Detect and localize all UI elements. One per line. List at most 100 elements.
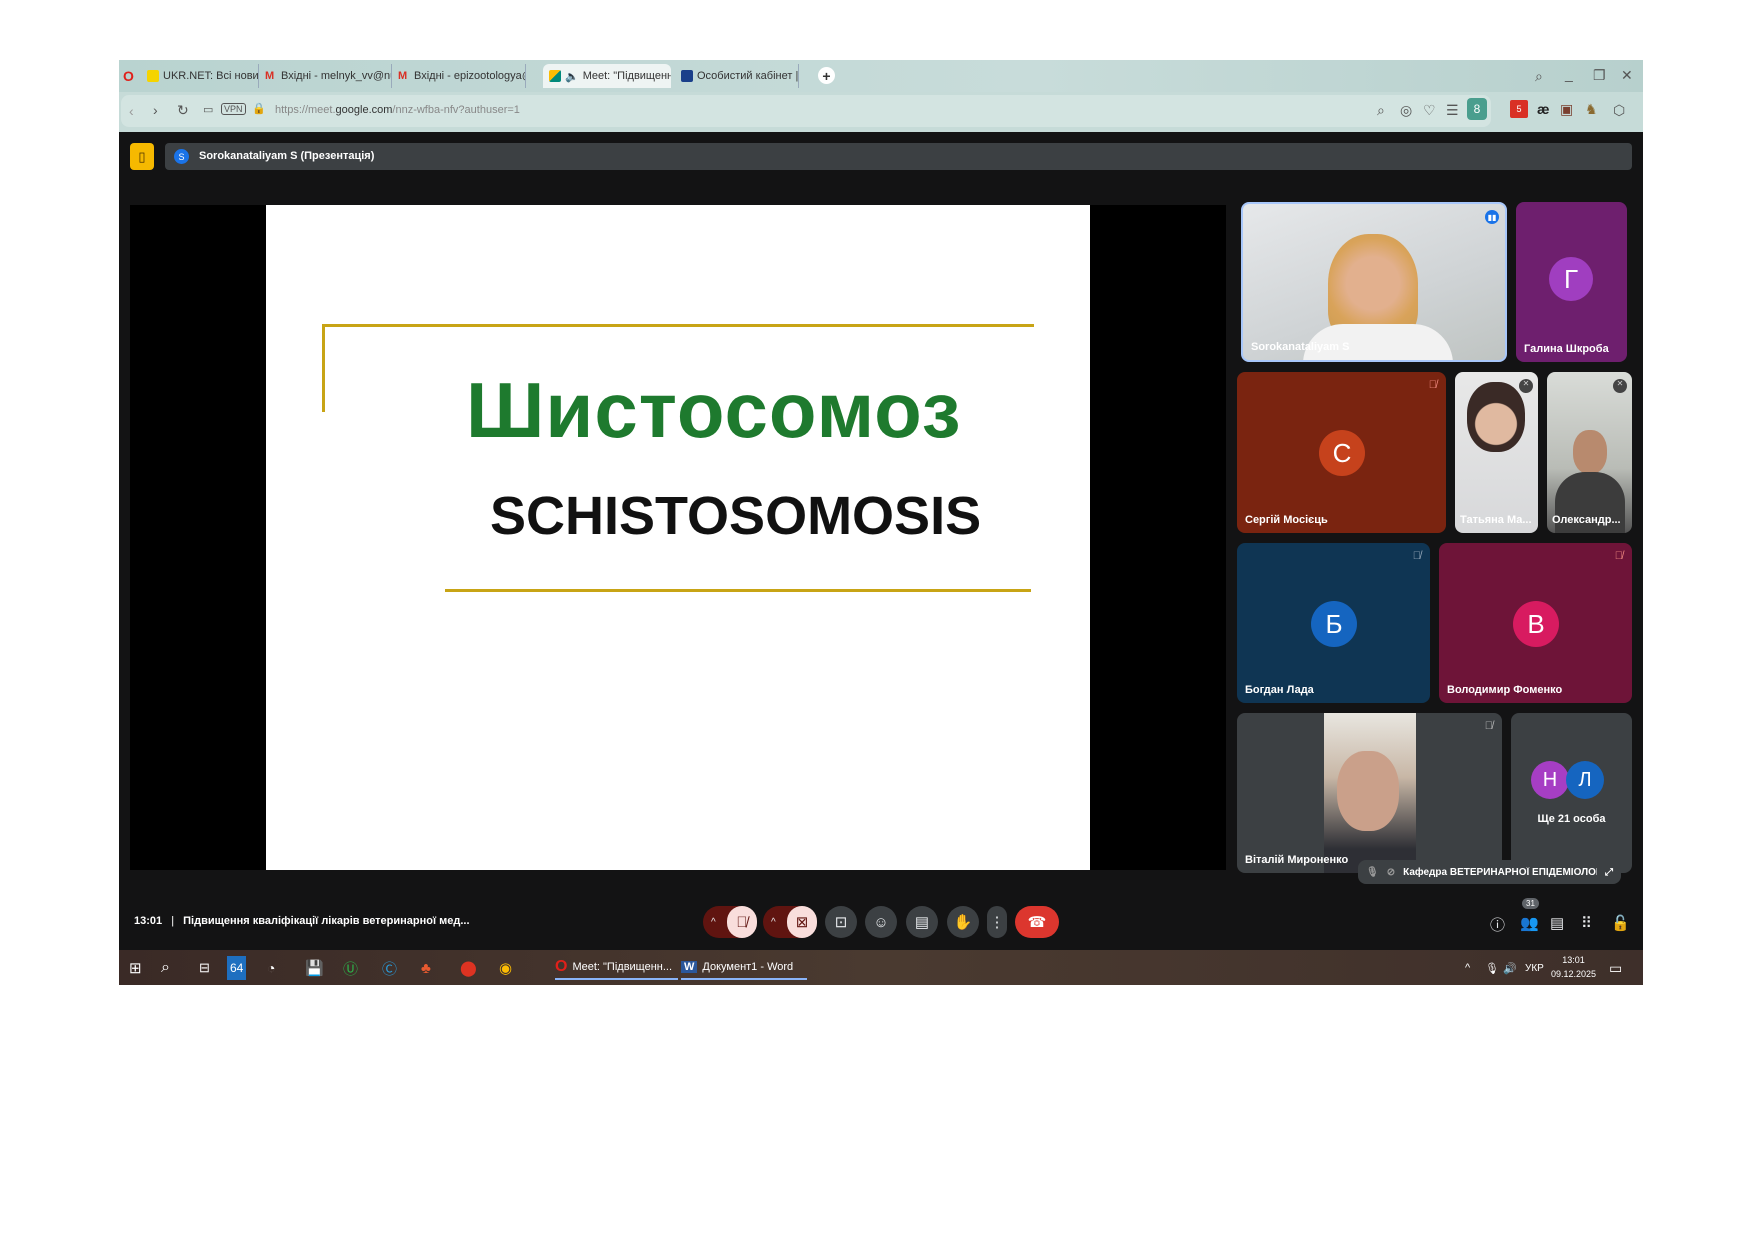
vpn-badge[interactable]: VPN	[221, 103, 246, 115]
meeting-title: Підвищення кваліфікації лікарів ветерина…	[183, 915, 470, 927]
activities-button[interactable]: ⠿	[1581, 914, 1592, 932]
participant-video	[1467, 382, 1525, 452]
hand-icon: ✋	[953, 914, 973, 931]
slide-title: Шистосомоз	[466, 366, 962, 454]
ccleaner-icon[interactable]: ♣	[421, 956, 431, 980]
app-save-icon[interactable]: 💾	[305, 956, 324, 980]
camera-icon[interactable]: ▭	[203, 103, 213, 116]
taskbar-app-opera[interactable]: O Meet: "Підвищенн...	[555, 956, 679, 980]
extension-ae-icon[interactable]: æ	[1537, 101, 1549, 117]
participant-avatar: Н	[1531, 761, 1569, 799]
participant-tile-bohdan[interactable]: 🎙̸ Б Богдан Лада	[1237, 543, 1430, 703]
url-input[interactable]: https://meet.google.com/nnz-wfba-nfv?aut…	[275, 104, 520, 116]
app-64-icon[interactable]: 64	[227, 956, 247, 980]
presentation-stage[interactable]: Шистосомоз SCHISTOSOMOSIS	[130, 205, 1226, 870]
mic-off-icon: ✕	[1519, 379, 1533, 393]
language-indicator[interactable]: УКР	[1525, 956, 1544, 980]
minimize-button[interactable]: _	[1565, 66, 1573, 82]
participant-tile-volodymyr[interactable]: 🎙̸ В Володимир Фоменко	[1439, 543, 1632, 703]
leave-call-button[interactable]: ☎	[1015, 906, 1059, 938]
participant-tile-vitalii[interactable]: 🎙̸ Віталій Мироненко	[1237, 713, 1502, 873]
chat-button[interactable]: ▤	[1550, 914, 1564, 932]
meeting-time: 13:01	[134, 915, 163, 927]
participant-count-badge: 31	[1522, 898, 1539, 909]
university-icon	[681, 70, 693, 82]
taskbar-app-label: Документ1 - Word	[702, 961, 794, 973]
speaker-icon[interactable]: 🔈	[565, 70, 579, 83]
meet-area: ▯ S Sorokanataliyam S (Презентація) Шист…	[119, 132, 1643, 950]
opera-logo-icon[interactable]: O	[123, 68, 134, 84]
slide: Шистосомоз SCHISTOSOMOSIS	[266, 205, 1090, 870]
snapshot-icon[interactable]: ◎	[1400, 102, 1412, 119]
present-icon: ⊡	[834, 914, 848, 931]
meeting-details-button[interactable]: ⓘ	[1490, 914, 1505, 935]
speaking-icon: ▮▮	[1485, 210, 1499, 224]
meet-icon	[549, 70, 561, 82]
close-button[interactable]: ✕	[1621, 67, 1633, 84]
restore-button[interactable]: ❐	[1593, 67, 1606, 84]
app-red-icon[interactable]: ⬤	[460, 956, 477, 980]
captions-button[interactable]: ▤	[906, 906, 938, 938]
tab-gmail-2[interactable]: M Вхідні - epizootologya@g	[392, 64, 526, 88]
chrome-icon[interactable]: ◉	[499, 956, 512, 980]
new-tab-button[interactable]: +	[818, 67, 835, 84]
easy-setup-icon[interactable]: ☰	[1446, 102, 1459, 119]
tab-cabinet[interactable]: Особистий кабінет | Нав	[675, 64, 799, 88]
reload-button[interactable]: ↻	[177, 102, 189, 119]
raise-hand-button[interactable]: ✋	[947, 906, 979, 938]
mic-toggle-button[interactable]: 🎙̸	[727, 906, 757, 938]
meeting-info: 13:01 | Підвищення кваліфікації лікарів …	[134, 915, 470, 927]
volume-icon[interactable]: 🔊	[1503, 956, 1517, 980]
mic-off-icon: 🎙̸	[1614, 550, 1623, 562]
clock[interactable]: 13:01 09.12.2025	[1551, 953, 1596, 981]
expand-icon[interactable]: ⤢	[1605, 867, 1613, 878]
participant-tile-galyna[interactable]: Г Галина Шкроба	[1516, 202, 1627, 362]
gmail-icon: M	[398, 70, 408, 82]
microphone-icon[interactable]: 🎙	[1485, 956, 1499, 980]
search-icon[interactable]: ⌕	[161, 956, 170, 980]
extension-box-icon[interactable]: ▣	[1560, 101, 1573, 118]
reactions-button[interactable]: ☺	[865, 906, 897, 938]
participant-tile-serhii[interactable]: 🎙̸ С Сергій Мосієць	[1237, 372, 1446, 533]
people-button[interactable]: 👥	[1520, 914, 1539, 932]
forward-button[interactable]: ›	[153, 102, 158, 118]
search-tabs-icon[interactable]: ⌕	[1535, 68, 1543, 85]
extension-calendar-icon[interactable]: 5	[1510, 100, 1528, 118]
app-u-icon[interactable]: Ⓤ	[343, 956, 358, 980]
tab-meet[interactable]: 🔈 Meet: "Підвищенн	[543, 64, 671, 88]
zoom-icon[interactable]: ⌕	[1377, 102, 1385, 119]
windows-start-icon[interactable]: ⊞	[129, 956, 142, 980]
participant-avatar: В	[1513, 601, 1559, 647]
camera-toggle-button[interactable]: ⊠	[787, 906, 817, 938]
notifications-icon[interactable]: ▭	[1609, 956, 1622, 980]
present-button[interactable]: ⊡	[825, 906, 857, 938]
self-view-bar[interactable]: 🎙 ⊘ Кафедра ВЕТЕРИНАРНОЇ ЕПІДЕМІОЛОГІ... …	[1358, 860, 1621, 884]
participant-tile-sorokanataliya[interactable]: ▮▮ Sorokanataliyam S	[1241, 202, 1507, 362]
mic-off-icon: 🎙	[1366, 866, 1379, 878]
presenter-label: Sorokanataliyam S (Презентація)	[199, 150, 375, 162]
end-call-icon: ☎	[1027, 914, 1047, 931]
tab-ukrnet[interactable]: UKR.NET: Всі новини Укр	[141, 64, 259, 88]
participant-tile-tatyana[interactable]: ✕ Татьяна Ма...	[1455, 372, 1538, 533]
extension-owl-icon[interactable]: ♞	[1585, 101, 1598, 118]
heart-icon[interactable]: ♡	[1423, 102, 1436, 119]
taskbar-app-word[interactable]: W Документ1 - Word	[681, 956, 808, 980]
opera-icon: O	[555, 958, 568, 975]
participant-video	[1573, 430, 1607, 474]
app-c-icon[interactable]: Ⓒ	[382, 956, 397, 980]
tab-gmail-1[interactable]: M Вхідні - melnyk_vv@nubi	[259, 64, 392, 88]
back-button[interactable]: ‹	[129, 103, 134, 119]
task-view-icon[interactable]: ⊟	[199, 956, 210, 980]
tray-expand-icon[interactable]: ^	[1465, 956, 1470, 980]
meeting-door-icon[interactable]: ▯	[130, 143, 154, 170]
lock-icon: 🔒	[252, 103, 266, 115]
host-controls-button[interactable]: 🔓	[1611, 914, 1630, 932]
more-participants-tile[interactable]: Н Л Ще 21 особа	[1511, 713, 1632, 873]
more-options-button[interactable]: ⋮	[987, 906, 1007, 938]
profile-icon[interactable]: 8	[1467, 98, 1487, 120]
camera-off-icon: ⊘	[1386, 866, 1396, 878]
extensions-icon[interactable]: ⬡	[1613, 102, 1625, 119]
app-disk-icon[interactable]: ◔	[267, 956, 275, 980]
participant-tile-oleksandr[interactable]: ✕ Олександр...	[1547, 372, 1632, 533]
mic-off-icon: 🎙̸	[1428, 379, 1437, 391]
